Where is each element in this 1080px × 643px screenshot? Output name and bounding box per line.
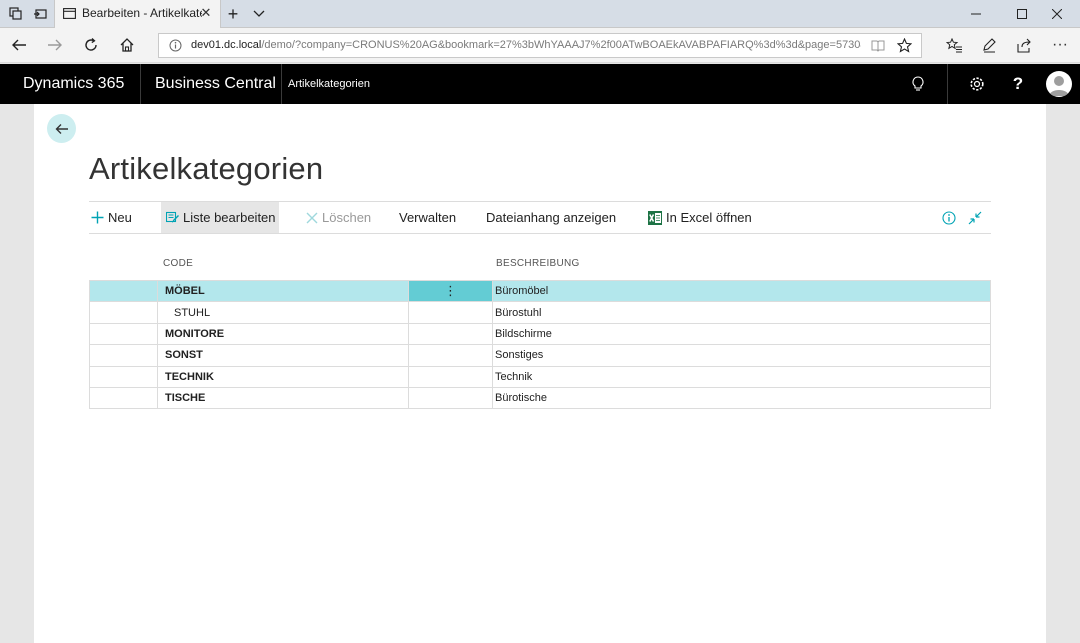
code-cell[interactable]: MONITORE	[158, 323, 409, 345]
new-button[interactable]: Neu	[91, 202, 132, 233]
column-header-code[interactable]: CODE	[163, 258, 193, 269]
row-selector[interactable]	[90, 387, 158, 409]
table-row[interactable]: SONST Sonstiges	[90, 345, 990, 367]
tab-preview-chevron-icon[interactable]	[250, 5, 268, 23]
page-title: Artikelkategorien	[89, 151, 324, 186]
row-menu-area[interactable]	[409, 388, 492, 408]
home-icon[interactable]	[115, 34, 139, 56]
row-selector[interactable]	[90, 345, 158, 366]
category-table: MÖBEL ⋮ Büromöbel STUHL Bürostuhl MONITO…	[89, 280, 991, 410]
forward-icon[interactable]	[43, 34, 67, 56]
delete-button[interactable]: Löschen	[306, 202, 371, 233]
row-selector[interactable]	[90, 281, 158, 302]
url-host: dev01.dc.local	[191, 39, 262, 51]
more-options-icon[interactable]: ···	[1048, 34, 1072, 56]
help-icon[interactable]: ?	[1008, 74, 1028, 94]
lightbulb-icon[interactable]	[908, 74, 928, 94]
row-menu-area[interactable]	[409, 367, 492, 387]
close-tab-icon[interactable]: ✕	[198, 5, 214, 21]
page-favicon-icon	[63, 7, 76, 25]
description-cell[interactable]: Büromöbel	[492, 281, 990, 302]
collapse-view-icon[interactable]	[968, 202, 986, 233]
share-icon[interactable]	[1012, 34, 1036, 56]
row-menu-icon[interactable]: ⋮	[409, 281, 492, 302]
table-row[interactable]: TISCHE Bürotische	[90, 387, 990, 410]
browser-tab[interactable]: Bearbeiten - Artikelkate ✕	[54, 0, 221, 28]
description-cell[interactable]: Sonstiges	[492, 345, 990, 366]
code-cell[interactable]: SONST	[158, 345, 409, 366]
action-bar: Neu Liste bearbeiten Löschen Verwalten D…	[89, 201, 991, 234]
column-header-description[interactable]: BESCHREIBUNG	[496, 258, 580, 269]
address-bar[interactable]: dev01.dc.local/demo/?company=CRONUS%20AG…	[158, 33, 922, 58]
description-cell[interactable]: Bildschirme	[492, 323, 990, 345]
edit-list-label: Liste bearbeiten	[183, 210, 276, 225]
product-name[interactable]: Dynamics 365	[23, 75, 124, 93]
excel-label: In Excel öffnen	[666, 210, 752, 225]
plus-icon	[91, 211, 104, 224]
favorites-hub-icon[interactable]	[942, 34, 966, 56]
manage-menu[interactable]: Verwalten	[399, 202, 456, 233]
url-path: /demo/?company=CRONUS%20AG&bookmark=27%3…	[261, 39, 861, 51]
code-cell[interactable]: STUHL	[158, 302, 409, 323]
open-in-excel-button[interactable]: In Excel öffnen	[648, 202, 752, 233]
app-header: Dynamics 365 Business Central Artikelkat…	[0, 64, 1080, 104]
edit-list-button[interactable]: Liste bearbeiten	[161, 202, 279, 233]
row-selector[interactable]	[90, 323, 158, 345]
user-avatar[interactable]	[1046, 71, 1072, 97]
edit-list-icon	[166, 211, 179, 223]
close-window-icon[interactable]	[1034, 0, 1080, 28]
table-header: CODE BESCHREIBUNG	[89, 256, 991, 276]
description-cell[interactable]: Technik	[492, 366, 990, 387]
new-button-label: Neu	[108, 210, 132, 225]
row-selector[interactable]	[90, 302, 158, 323]
settings-gear-icon[interactable]	[967, 74, 987, 94]
back-arrow-icon[interactable]	[47, 114, 76, 143]
row-menu-area[interactable]	[409, 302, 492, 322]
tab-title: Bearbeiten - Artikelkate	[82, 6, 202, 20]
refresh-icon[interactable]	[79, 34, 103, 56]
page-content: Artikelkategorien Neu Liste bearbeiten L…	[34, 104, 1046, 643]
browser-tab-strip: Bearbeiten - Artikelkate ✕ +	[0, 0, 1080, 28]
browser-navigation-bar: dev01.dc.local/demo/?company=CRONUS%20AG…	[0, 28, 1080, 63]
new-tab-button[interactable]: +	[224, 4, 242, 24]
table-row[interactable]: MONITORE Bildschirme	[90, 323, 990, 346]
details-info-icon[interactable]	[942, 202, 960, 233]
set-tabs-aside-icon[interactable]	[31, 5, 49, 23]
code-cell[interactable]: TISCHE	[158, 387, 409, 409]
delete-label: Löschen	[322, 210, 372, 225]
row-menu-area[interactable]	[409, 345, 492, 365]
web-note-pen-icon[interactable]	[977, 34, 1001, 56]
code-cell[interactable]: MÖBEL	[158, 281, 409, 302]
back-icon[interactable]	[7, 34, 31, 56]
code-cell[interactable]: TECHNIK	[158, 366, 409, 387]
excel-icon	[648, 210, 662, 225]
site-info-icon[interactable]	[169, 39, 182, 57]
header-divider	[281, 64, 282, 104]
app-name[interactable]: Business Central	[155, 75, 276, 93]
reading-view-icon[interactable]	[871, 39, 885, 57]
row-menu-area[interactable]	[409, 324, 492, 344]
row-selector[interactable]	[90, 366, 158, 387]
table-row[interactable]: TECHNIK Technik	[90, 366, 990, 388]
description-cell[interactable]: Bürostuhl	[492, 302, 990, 323]
header-divider	[947, 64, 948, 104]
tab-actions-icon[interactable]	[7, 5, 25, 23]
minimize-icon[interactable]	[953, 0, 999, 28]
header-divider	[140, 64, 141, 104]
url-text: dev01.dc.local/demo/?company=CRONUS%20AG…	[191, 39, 861, 51]
table-row[interactable]: MÖBEL ⋮ Büromöbel	[90, 281, 990, 303]
favorite-star-icon[interactable]	[896, 37, 913, 58]
delete-x-icon	[306, 212, 318, 223]
description-cell[interactable]: Bürotische	[492, 387, 990, 409]
header-page-name: Artikelkategorien	[288, 78, 370, 90]
show-attachments-button[interactable]: Dateianhang anzeigen	[486, 202, 616, 233]
table-row[interactable]: STUHL Bürostuhl	[90, 302, 990, 324]
